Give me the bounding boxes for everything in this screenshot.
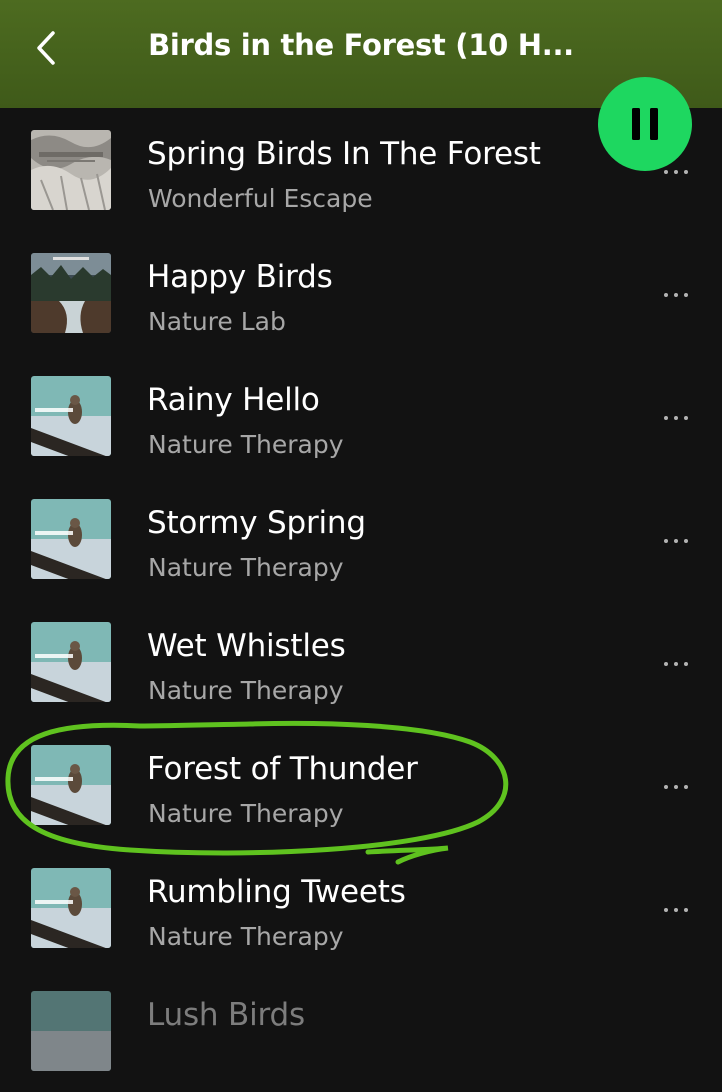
track-row-highlighted[interactable]: Forest of Thunder Nature Therapy bbox=[0, 723, 722, 846]
track-row[interactable]: Stormy Spring Nature Therapy bbox=[0, 477, 722, 600]
stormy-tweets-cover bbox=[31, 868, 111, 948]
track-row[interactable]: Wet Whistles Nature Therapy bbox=[0, 600, 722, 723]
more-options-button[interactable] bbox=[648, 898, 704, 922]
track-artist: Nature Lab bbox=[148, 307, 286, 336]
more-options-icon bbox=[661, 785, 691, 789]
track-artwork bbox=[31, 376, 111, 456]
stormy-tweets-cover bbox=[31, 376, 111, 456]
track-title: Wet Whistles bbox=[147, 628, 346, 664]
track-artist: Nature Therapy bbox=[148, 922, 344, 951]
track-title: Spring Birds In The Forest bbox=[147, 136, 541, 172]
more-options-icon bbox=[661, 908, 691, 912]
more-options-button[interactable] bbox=[648, 775, 704, 799]
more-options-icon bbox=[661, 662, 691, 666]
track-row[interactable]: Lush Birds bbox=[0, 969, 722, 1092]
stormy-tweets-cover bbox=[31, 991, 111, 1071]
track-artwork bbox=[31, 868, 111, 948]
chevron-left-icon bbox=[37, 31, 55, 65]
stormy-tweets-cover bbox=[31, 499, 111, 579]
pause-icon bbox=[632, 108, 658, 140]
more-options-icon bbox=[661, 539, 691, 543]
track-artist: Nature Therapy bbox=[148, 430, 344, 459]
track-artist: Nature Therapy bbox=[148, 676, 344, 705]
pause-button[interactable] bbox=[598, 77, 692, 171]
track-artwork bbox=[31, 253, 111, 333]
waterfall-cover bbox=[31, 130, 111, 210]
track-row[interactable]: Rumbling Tweets Nature Therapy bbox=[0, 846, 722, 969]
track-artwork bbox=[31, 991, 111, 1071]
more-options-icon bbox=[661, 170, 691, 174]
track-title: Happy Birds bbox=[147, 259, 333, 295]
track-title: Stormy Spring bbox=[147, 505, 366, 541]
track-artwork bbox=[31, 622, 111, 702]
more-options-button[interactable] bbox=[648, 529, 704, 553]
more-options-button[interactable] bbox=[648, 283, 704, 307]
page-title: Birds in the Forest (10 H... bbox=[148, 28, 574, 62]
track-artwork bbox=[31, 745, 111, 825]
more-options-button[interactable] bbox=[648, 652, 704, 676]
track-artwork bbox=[31, 130, 111, 210]
forest-river-cover bbox=[31, 253, 111, 333]
back-button[interactable] bbox=[24, 26, 68, 70]
track-row[interactable]: Rainy Hello Nature Therapy bbox=[0, 354, 722, 477]
track-artist: Nature Therapy bbox=[148, 553, 344, 582]
track-title: Lush Birds bbox=[147, 997, 305, 1033]
more-options-icon bbox=[661, 416, 691, 420]
track-title: Rumbling Tweets bbox=[147, 874, 406, 910]
track-row[interactable]: Happy Birds Nature Lab bbox=[0, 231, 722, 354]
track-artwork bbox=[31, 499, 111, 579]
stormy-tweets-cover bbox=[31, 745, 111, 825]
more-options-button[interactable] bbox=[648, 406, 704, 430]
track-artist: Wonderful Escape bbox=[148, 184, 373, 213]
track-title: Rainy Hello bbox=[147, 382, 320, 418]
stormy-tweets-cover bbox=[31, 622, 111, 702]
more-options-icon bbox=[661, 293, 691, 297]
track-title: Forest of Thunder bbox=[147, 751, 418, 787]
track-artist: Nature Therapy bbox=[148, 799, 344, 828]
